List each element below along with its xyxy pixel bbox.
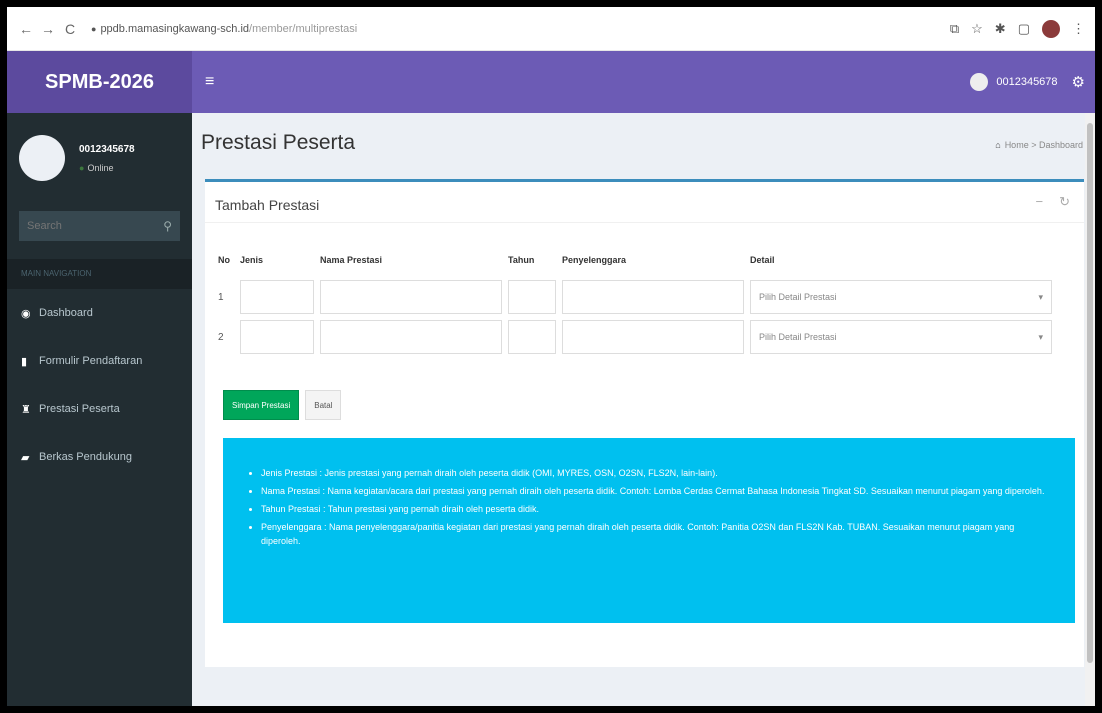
page-scrollbar[interactable] <box>1085 113 1095 706</box>
page-title: Prestasi Peserta <box>201 131 356 154</box>
sidebar-item-label: Prestasi Peserta <box>39 403 120 415</box>
search-input[interactable] <box>27 220 147 232</box>
sidebar-item-label: Formulir Pendaftaran <box>39 355 143 367</box>
home-icon: ⌂ <box>995 140 1001 150</box>
user-avatar <box>970 73 989 91</box>
profile-avatar[interactable] <box>1042 19 1060 38</box>
url-path: /member/multiprestasi <box>249 22 358 35</box>
breadcrumb-home[interactable]: Home <box>1005 140 1029 150</box>
sidebar: 0012345678 ●Online ⚲ MAIN NAVIGATION ◉ D… <box>7 113 192 706</box>
col-header-jenis: Jenis <box>240 254 264 265</box>
reload-icon[interactable]: C <box>59 21 81 37</box>
scroll-thumb[interactable] <box>1087 123 1093 663</box>
col-header-tahun: Tahun <box>508 254 535 265</box>
user-menu[interactable]: 0012345678 ⚙ <box>970 73 1085 91</box>
share-icon[interactable]: ⧉ <box>950 21 959 37</box>
prestasi-table: No Jenis Nama Prestasi Tahun Penyelengga… <box>215 242 1055 357</box>
sidebar-item-label: Dashboard <box>39 307 93 319</box>
trophy-icon: ♜ <box>21 403 31 416</box>
col-header-nama: Nama Prestasi <box>320 254 383 265</box>
browser-window: ← → C ● ppdb.mamasingkawang-sch.id /memb… <box>7 7 1095 706</box>
jenis-input[interactable] <box>240 320 314 354</box>
status-dot-icon: ● <box>79 162 85 173</box>
note-jenis: Jenis Prestasi : Jenis prestasi yang per… <box>261 466 1055 480</box>
sidebar-item-dashboard[interactable]: ◉ Dashboard <box>7 289 192 337</box>
sidebar-item-formulir[interactable]: ▮ Formulir Pendaftaran <box>7 337 192 385</box>
cancel-button[interactable]: Batal <box>305 390 342 420</box>
menu-toggle-icon[interactable]: ≡ <box>205 73 214 91</box>
table-header-row: No Jenis Nama Prestasi Tahun Penyelengga… <box>215 242 1055 277</box>
tahun-input[interactable] <box>508 280 556 314</box>
user-status: ● Online <box>79 162 114 173</box>
sidebar-item-label: Berkas Pendukung <box>39 451 132 463</box>
more-icon[interactable]: ⋮ <box>1072 21 1085 37</box>
penyelenggara-input[interactable] <box>562 280 744 314</box>
breadcrumb-current: Dashboard <box>1038 140 1083 150</box>
box-title: Tambah Prestasi <box>215 197 320 213</box>
col-header-penyelenggara: Penyelenggara <box>562 254 627 265</box>
note-penyelenggara: Penyelenggara : Nama penyelenggara/panit… <box>261 520 1055 548</box>
note-nama: Nama Prestasi : Nama kegiatan/acara dari… <box>261 484 1055 498</box>
sidebar-item-berkas[interactable]: ▰ Berkas Pendukung <box>7 433 192 481</box>
prestasi-box: Tambah Prestasi − ↻ No Jenis Nama Presta… <box>205 179 1084 667</box>
info-callout: Jenis Prestasi : Jenis prestasi yang per… <box>223 438 1075 623</box>
penyelenggara-input[interactable] <box>562 320 744 354</box>
star-icon[interactable]: ☆ <box>971 21 983 37</box>
sidebar-user-name: 0012345678 <box>79 143 135 155</box>
sidebar-search: ⚲ <box>19 211 180 241</box>
dashboard-icon: ◉ <box>21 307 31 320</box>
user-menu-name: 0012345678 <box>996 76 1058 88</box>
refresh-icon[interactable]: ↻ <box>1059 194 1070 210</box>
search-icon[interactable]: ⚲ <box>163 219 172 233</box>
box-divider <box>205 222 1084 223</box>
file-icon: ▮ <box>21 355 28 368</box>
back-icon[interactable]: ← <box>15 21 37 37</box>
nama-prestasi-input[interactable] <box>320 280 502 314</box>
folder-icon: ▰ <box>21 451 30 464</box>
table-row: 1 Pilih Detail Prestasi ▾ <box>215 277 1055 317</box>
jenis-input[interactable] <box>240 280 314 314</box>
main-content: Prestasi Peserta ⌂ Home > Dashboard Tamba… <box>192 113 1095 706</box>
chevron-down-icon: ▾ <box>1038 291 1043 302</box>
forward-icon[interactable]: → <box>37 21 59 37</box>
save-prestasi-button[interactable]: Simpan Prestasi <box>223 390 300 420</box>
menu-header: MAIN NAVIGATION <box>7 259 192 289</box>
col-header-no: No <box>218 254 230 265</box>
sidebar-item-prestasi[interactable]: ♜ Prestasi Peserta <box>7 385 192 433</box>
tab-icon[interactable]: ▢ <box>1018 21 1030 37</box>
col-header-detail: Detail <box>750 254 775 265</box>
detail-select[interactable]: Pilih Detail Prestasi ▾ <box>750 280 1052 314</box>
address-bar[interactable]: ● ppdb.mamasingkawang-sch.id /member/mul… <box>91 23 357 35</box>
lock-icon: ● <box>91 23 97 34</box>
breadcrumb: ⌂ Home > Dashboard <box>995 140 1083 150</box>
table-row: 2 Pilih Detail Prestasi ▾ <box>215 317 1055 357</box>
row-number: 1 <box>218 291 224 303</box>
url-host: ppdb.mamasingkawang-sch.id <box>100 22 250 35</box>
extensions-icon[interactable]: ✱ <box>995 21 1006 37</box>
note-tahun: Tahun Prestasi : Tahun prestasi yang per… <box>261 502 1055 516</box>
sidebar-avatar <box>19 135 65 181</box>
nama-prestasi-input[interactable] <box>320 320 502 354</box>
app-logo[interactable]: SPMB-2026 <box>7 51 192 113</box>
settings-icon[interactable]: ⚙ <box>1072 73 1085 91</box>
row-number: 2 <box>218 331 224 343</box>
collapse-icon[interactable]: − <box>1036 194 1044 210</box>
chevron-down-icon: ▾ <box>1038 331 1043 342</box>
top-navbar: ≡ 0012345678 ⚙ <box>192 51 1095 113</box>
detail-select[interactable]: Pilih Detail Prestasi ▾ <box>750 320 1052 354</box>
tahun-input[interactable] <box>508 320 556 354</box>
browser-toolbar: ← → C ● ppdb.mamasingkawang-sch.id /memb… <box>7 7 1095 51</box>
user-panel: 0012345678 ● Online <box>7 113 192 203</box>
